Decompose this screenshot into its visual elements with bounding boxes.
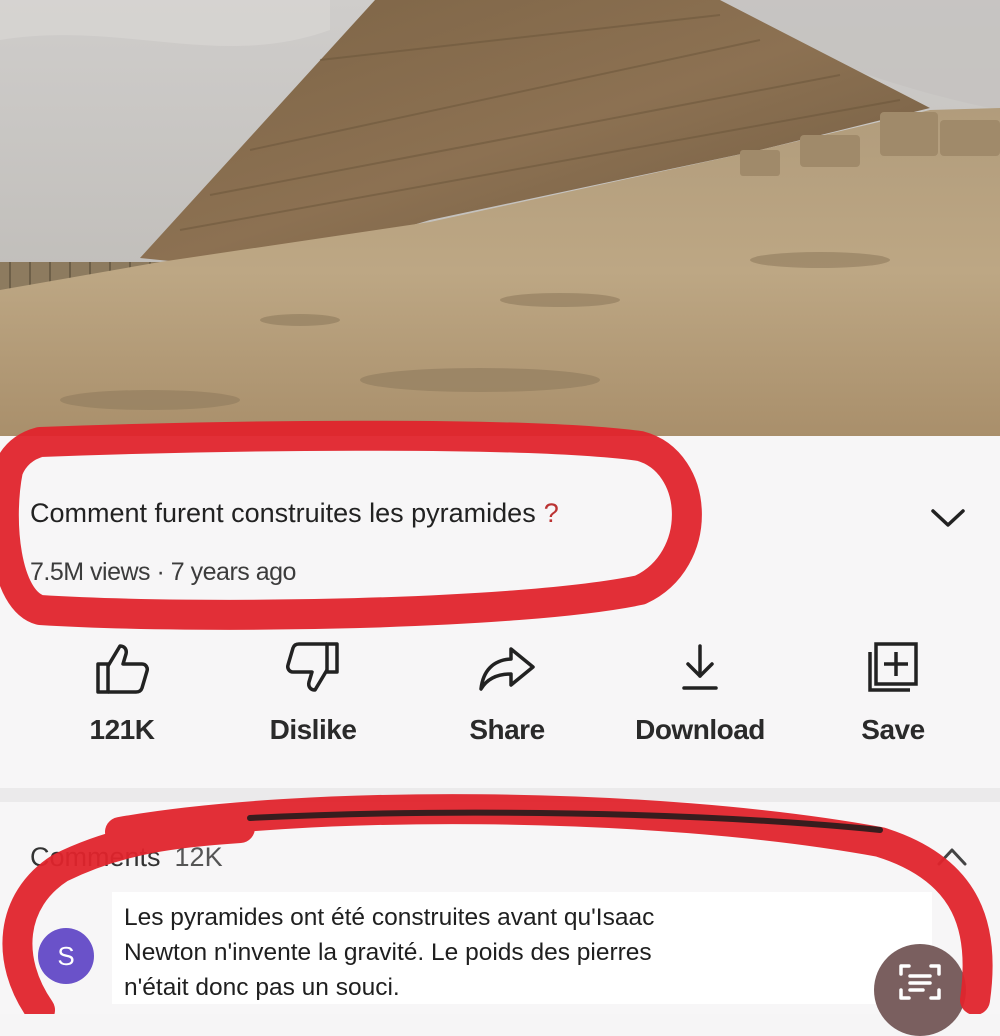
like-button[interactable]: 121K xyxy=(37,636,207,766)
save-to-playlist-icon xyxy=(861,636,925,700)
comments-header[interactable]: Comments 12K xyxy=(30,842,223,873)
thumbs-down-icon xyxy=(281,636,345,700)
chevron-up-icon[interactable] xyxy=(935,842,969,872)
action-bar: 121K Dislike Share Download Save xyxy=(0,636,1000,776)
video-frame-image xyxy=(0,0,1000,436)
section-divider xyxy=(0,788,1000,802)
video-title-text: Comment furent construites les pyramides xyxy=(30,498,536,528)
video-title-punctuation: ? xyxy=(543,498,559,528)
top-comment-text: Les pyramides ont été construites avant … xyxy=(124,904,655,1001)
comments-count: 12K xyxy=(174,842,223,872)
save-button[interactable]: Save xyxy=(808,636,978,766)
expand-description-button[interactable] xyxy=(926,498,970,538)
video-title[interactable]: Comment furent construites les pyramides… xyxy=(30,498,559,529)
video-metadata: 7.5M views · 7 years ago xyxy=(30,558,296,587)
chevron-down-icon xyxy=(931,509,965,527)
avatar[interactable]: S xyxy=(38,928,94,984)
meta-separator: · xyxy=(156,558,165,586)
share-icon xyxy=(475,636,539,700)
share-label: Share xyxy=(469,714,545,745)
save-label: Save xyxy=(861,714,925,745)
download-button[interactable]: Download xyxy=(615,636,785,766)
download-label: Download xyxy=(635,714,765,745)
comments-title: Comments xyxy=(30,842,161,872)
thumbs-up-icon xyxy=(90,636,154,700)
view-count: 7.5M views xyxy=(30,558,151,586)
share-button[interactable]: Share xyxy=(422,636,592,766)
dislike-button[interactable]: Dislike xyxy=(228,636,398,766)
like-count: 121K xyxy=(89,714,155,745)
dislike-label: Dislike xyxy=(269,714,357,745)
upload-age: 7 years ago xyxy=(170,558,297,586)
video-player[interactable] xyxy=(0,0,1000,436)
download-icon xyxy=(668,636,732,700)
text-scan-icon xyxy=(899,964,941,1000)
lens-scan-button[interactable] xyxy=(874,944,966,1036)
